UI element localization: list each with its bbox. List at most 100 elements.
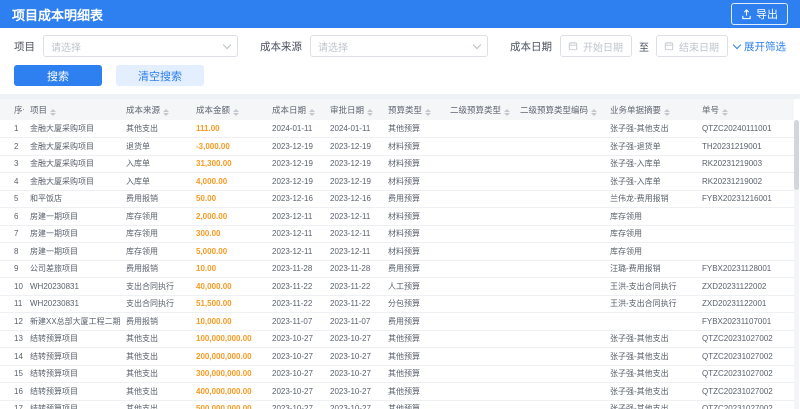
cell-budget_type_level2 bbox=[444, 225, 514, 243]
cell-budget_type: 材料预算 bbox=[388, 229, 420, 239]
cell-cost_amount: 31,300.00 bbox=[196, 159, 232, 169]
cell-cost_date: 2023-10-27 bbox=[272, 386, 313, 396]
table-row[interactable]: 14 结转预算项目 其他支出 200,000,000.00 2023-10-27 2023… bbox=[0, 348, 794, 365]
cell-cost_date: 2024-01-11 bbox=[272, 124, 313, 133]
cell-approval_date: 2023-12-19 bbox=[330, 141, 371, 151]
table-row[interactable]: 16 结转预算项目 其他支出 400,000,000.00 2023-10-27 2023… bbox=[0, 383, 794, 401]
sort-icon[interactable] bbox=[309, 108, 316, 116]
cell-cost_date: 2023-12-11 bbox=[272, 229, 313, 239]
sort-icon[interactable] bbox=[504, 108, 511, 116]
cell-approval_date: 2023-12-11 bbox=[330, 229, 371, 239]
column-label: 二级预算类型编码 bbox=[520, 104, 589, 115]
column-label: 成本日期 bbox=[272, 104, 307, 115]
table-body: 1 金融大厦采购项目 其他支出 111.00 2024-01-11 2024-01-11 其… bbox=[0, 120, 794, 409]
cell-project: 结转预算项目 bbox=[30, 351, 78, 361]
search-button[interactable]: 搜索 bbox=[14, 65, 102, 86]
cost-source-select[interactable]: 请选择 bbox=[310, 35, 488, 57]
column-header-index: 序号 bbox=[0, 99, 24, 120]
table-row[interactable]: 8 房建一期项目 库存领用 5,000.00 2023-12-11 2023-12-11 材… bbox=[0, 243, 794, 261]
cell-cost_date: 2023-11-07 bbox=[272, 316, 313, 326]
cell-doc_no: RK20231219002 bbox=[702, 176, 763, 186]
cell-cost_amount: 40,000.00 bbox=[196, 281, 232, 291]
cell-budget_type_level2_code bbox=[514, 190, 604, 208]
project-select[interactable]: 请选择 bbox=[43, 35, 238, 57]
chevron-down-icon bbox=[472, 40, 482, 49]
cell-project: WH20230831 bbox=[30, 299, 79, 309]
sort-icon[interactable] bbox=[591, 108, 598, 116]
cell-index: 3 bbox=[14, 159, 19, 169]
cell-budget_type_level2 bbox=[444, 400, 514, 409]
cell-approval_date: 2023-10-27 bbox=[330, 351, 371, 361]
cell-budget_type_level2 bbox=[444, 138, 514, 156]
cell-index: 7 bbox=[14, 229, 19, 239]
table-row[interactable]: 6 房建一期项目 库存领用 2,000.00 2023-12-11 2023-12-11 材… bbox=[0, 208, 794, 225]
table-row[interactable]: 13 结转预算项目 其他支出 100,000,000.00 2023-10-27 2023… bbox=[0, 330, 794, 348]
column-header-cost_source[interactable]: 成本来源 bbox=[120, 99, 190, 120]
table-row[interactable]: 4 金融大厦采购项目 入库单 4,000.00 2023-12-19 2023-12-19… bbox=[0, 173, 794, 190]
chevron-down-icon bbox=[732, 40, 742, 49]
cell-project: 新建XX总部大厦工程二期 bbox=[30, 316, 120, 326]
table-row[interactable]: 1 金融大厦采购项目 其他支出 111.00 2024-01-11 2024-01-11 其… bbox=[0, 120, 794, 138]
vertical-scrollbar[interactable] bbox=[794, 120, 799, 409]
cell-cost_source: 其他支出 bbox=[126, 404, 158, 409]
scrollbar-thumb[interactable] bbox=[794, 120, 799, 190]
cell-budget_type_level2_code bbox=[514, 383, 604, 401]
cell-business_doc_summary: 张子强-退货单 bbox=[610, 141, 661, 151]
cell-project: 结转预算项目 bbox=[30, 404, 78, 409]
cell-business_doc_summary: 张子强-入库单 bbox=[610, 176, 661, 186]
column-header-business_doc_summary[interactable]: 业务单据摘要 bbox=[604, 99, 696, 120]
column-header-budget_type_level2[interactable]: 二级预算类型 bbox=[444, 99, 514, 120]
sort-icon[interactable] bbox=[50, 108, 57, 116]
cell-budget_type: 其他预算 bbox=[388, 369, 420, 379]
expand-filter-toggle[interactable]: 展开筛选 bbox=[732, 39, 786, 54]
table-row[interactable]: 9 公司差旅项目 费用报销 10.00 2023-11-28 2023-11-28 费用预算… bbox=[0, 260, 794, 278]
cost-date-end-input[interactable]: 结束日期 bbox=[656, 35, 728, 57]
column-header-budget_type[interactable]: 预算类型 bbox=[382, 99, 444, 120]
sort-icon[interactable] bbox=[664, 108, 671, 116]
cell-budget_type_level2 bbox=[444, 243, 514, 261]
cell-budget_type_level2_code bbox=[514, 365, 604, 383]
column-label: 单号 bbox=[702, 104, 720, 115]
table-row[interactable]: 5 和平饭店 费用报销 50.00 2023-12-16 2023-12-16 费用预算 兰伟… bbox=[0, 190, 794, 208]
cell-business_doc_summary: 王洪-支出合同执行 bbox=[610, 281, 677, 291]
sort-icon[interactable] bbox=[233, 108, 240, 116]
cell-doc_no: RK20231219003 bbox=[702, 159, 763, 169]
table-row[interactable]: 15 结转预算项目 其他支出 300,000,000.00 2023-10-27 2023… bbox=[0, 365, 794, 383]
table-row[interactable]: 7 房建一期项目 库存领用 300.00 2023-12-11 2023-12-11 材料预… bbox=[0, 225, 794, 243]
cell-budget_type_level2 bbox=[444, 313, 514, 331]
cell-budget_type_level2 bbox=[444, 365, 514, 383]
sort-icon[interactable] bbox=[367, 108, 374, 116]
table-row[interactable]: 3 金融大厦采购项目 入库单 31,300.00 2023-12-19 2023-12-1… bbox=[0, 155, 794, 173]
table-row[interactable]: 17 结转预算项目 其他支出 500,000,000.00 2023-10-27 2023… bbox=[0, 400, 794, 409]
cell-cost_source: 其他支出 bbox=[126, 369, 158, 379]
cell-doc_no bbox=[696, 243, 794, 261]
column-header-approval_date[interactable]: 审批日期 bbox=[324, 99, 382, 120]
export-button[interactable]: 导出 bbox=[731, 3, 788, 25]
cost-date-start-input[interactable]: 开始日期 bbox=[560, 35, 632, 57]
column-label: 成本金额 bbox=[196, 104, 231, 115]
cell-index: 13 bbox=[14, 334, 23, 344]
sort-icon[interactable] bbox=[163, 108, 170, 116]
cell-approval_date: 2023-12-11 bbox=[330, 246, 371, 256]
cell-cost_amount: 300.00 bbox=[196, 229, 221, 239]
cell-business_doc_summary: 王洪-支出合同执行 bbox=[610, 299, 677, 309]
table-row[interactable]: 2 金融大厦采购项目 退货单 -3,000.00 2023-12-19 2023-12-1… bbox=[0, 138, 794, 156]
cell-cost_source: 费用报销 bbox=[126, 194, 158, 204]
column-header-project[interactable]: 项目 bbox=[24, 99, 120, 120]
column-header-budget_type_level2_code[interactable]: 二级预算类型编码 bbox=[514, 99, 604, 120]
cell-cost_source: 退货单 bbox=[126, 141, 150, 151]
cell-doc_no: QTZC20231027002 bbox=[702, 351, 773, 361]
clear-search-button[interactable]: 清空搜索 bbox=[116, 65, 204, 86]
column-header-cost_date[interactable]: 成本日期 bbox=[266, 99, 324, 120]
column-header-cost_amount[interactable]: 成本金额 bbox=[190, 99, 266, 120]
column-header-doc_no[interactable]: 单号 bbox=[696, 99, 794, 120]
cell-project: 房建一期项目 bbox=[30, 246, 78, 256]
cell-project: 公司差旅项目 bbox=[30, 264, 78, 274]
cell-budget_type_level2_code bbox=[514, 295, 604, 313]
cell-budget_type: 其他预算 bbox=[388, 351, 420, 361]
table-row[interactable]: 12 新建XX总部大厦工程二期 费用报销 10,000.00 2023-11-07 202… bbox=[0, 313, 794, 331]
table-row[interactable]: 11 WH20230831 支出合同执行 51,500.00 2023-11-22 202… bbox=[0, 295, 794, 313]
sort-icon[interactable] bbox=[722, 108, 729, 116]
table-row[interactable]: 10 WH20230831 支出合同执行 40,000.00 2023-11-22 202… bbox=[0, 278, 794, 295]
sort-icon[interactable] bbox=[425, 108, 432, 116]
